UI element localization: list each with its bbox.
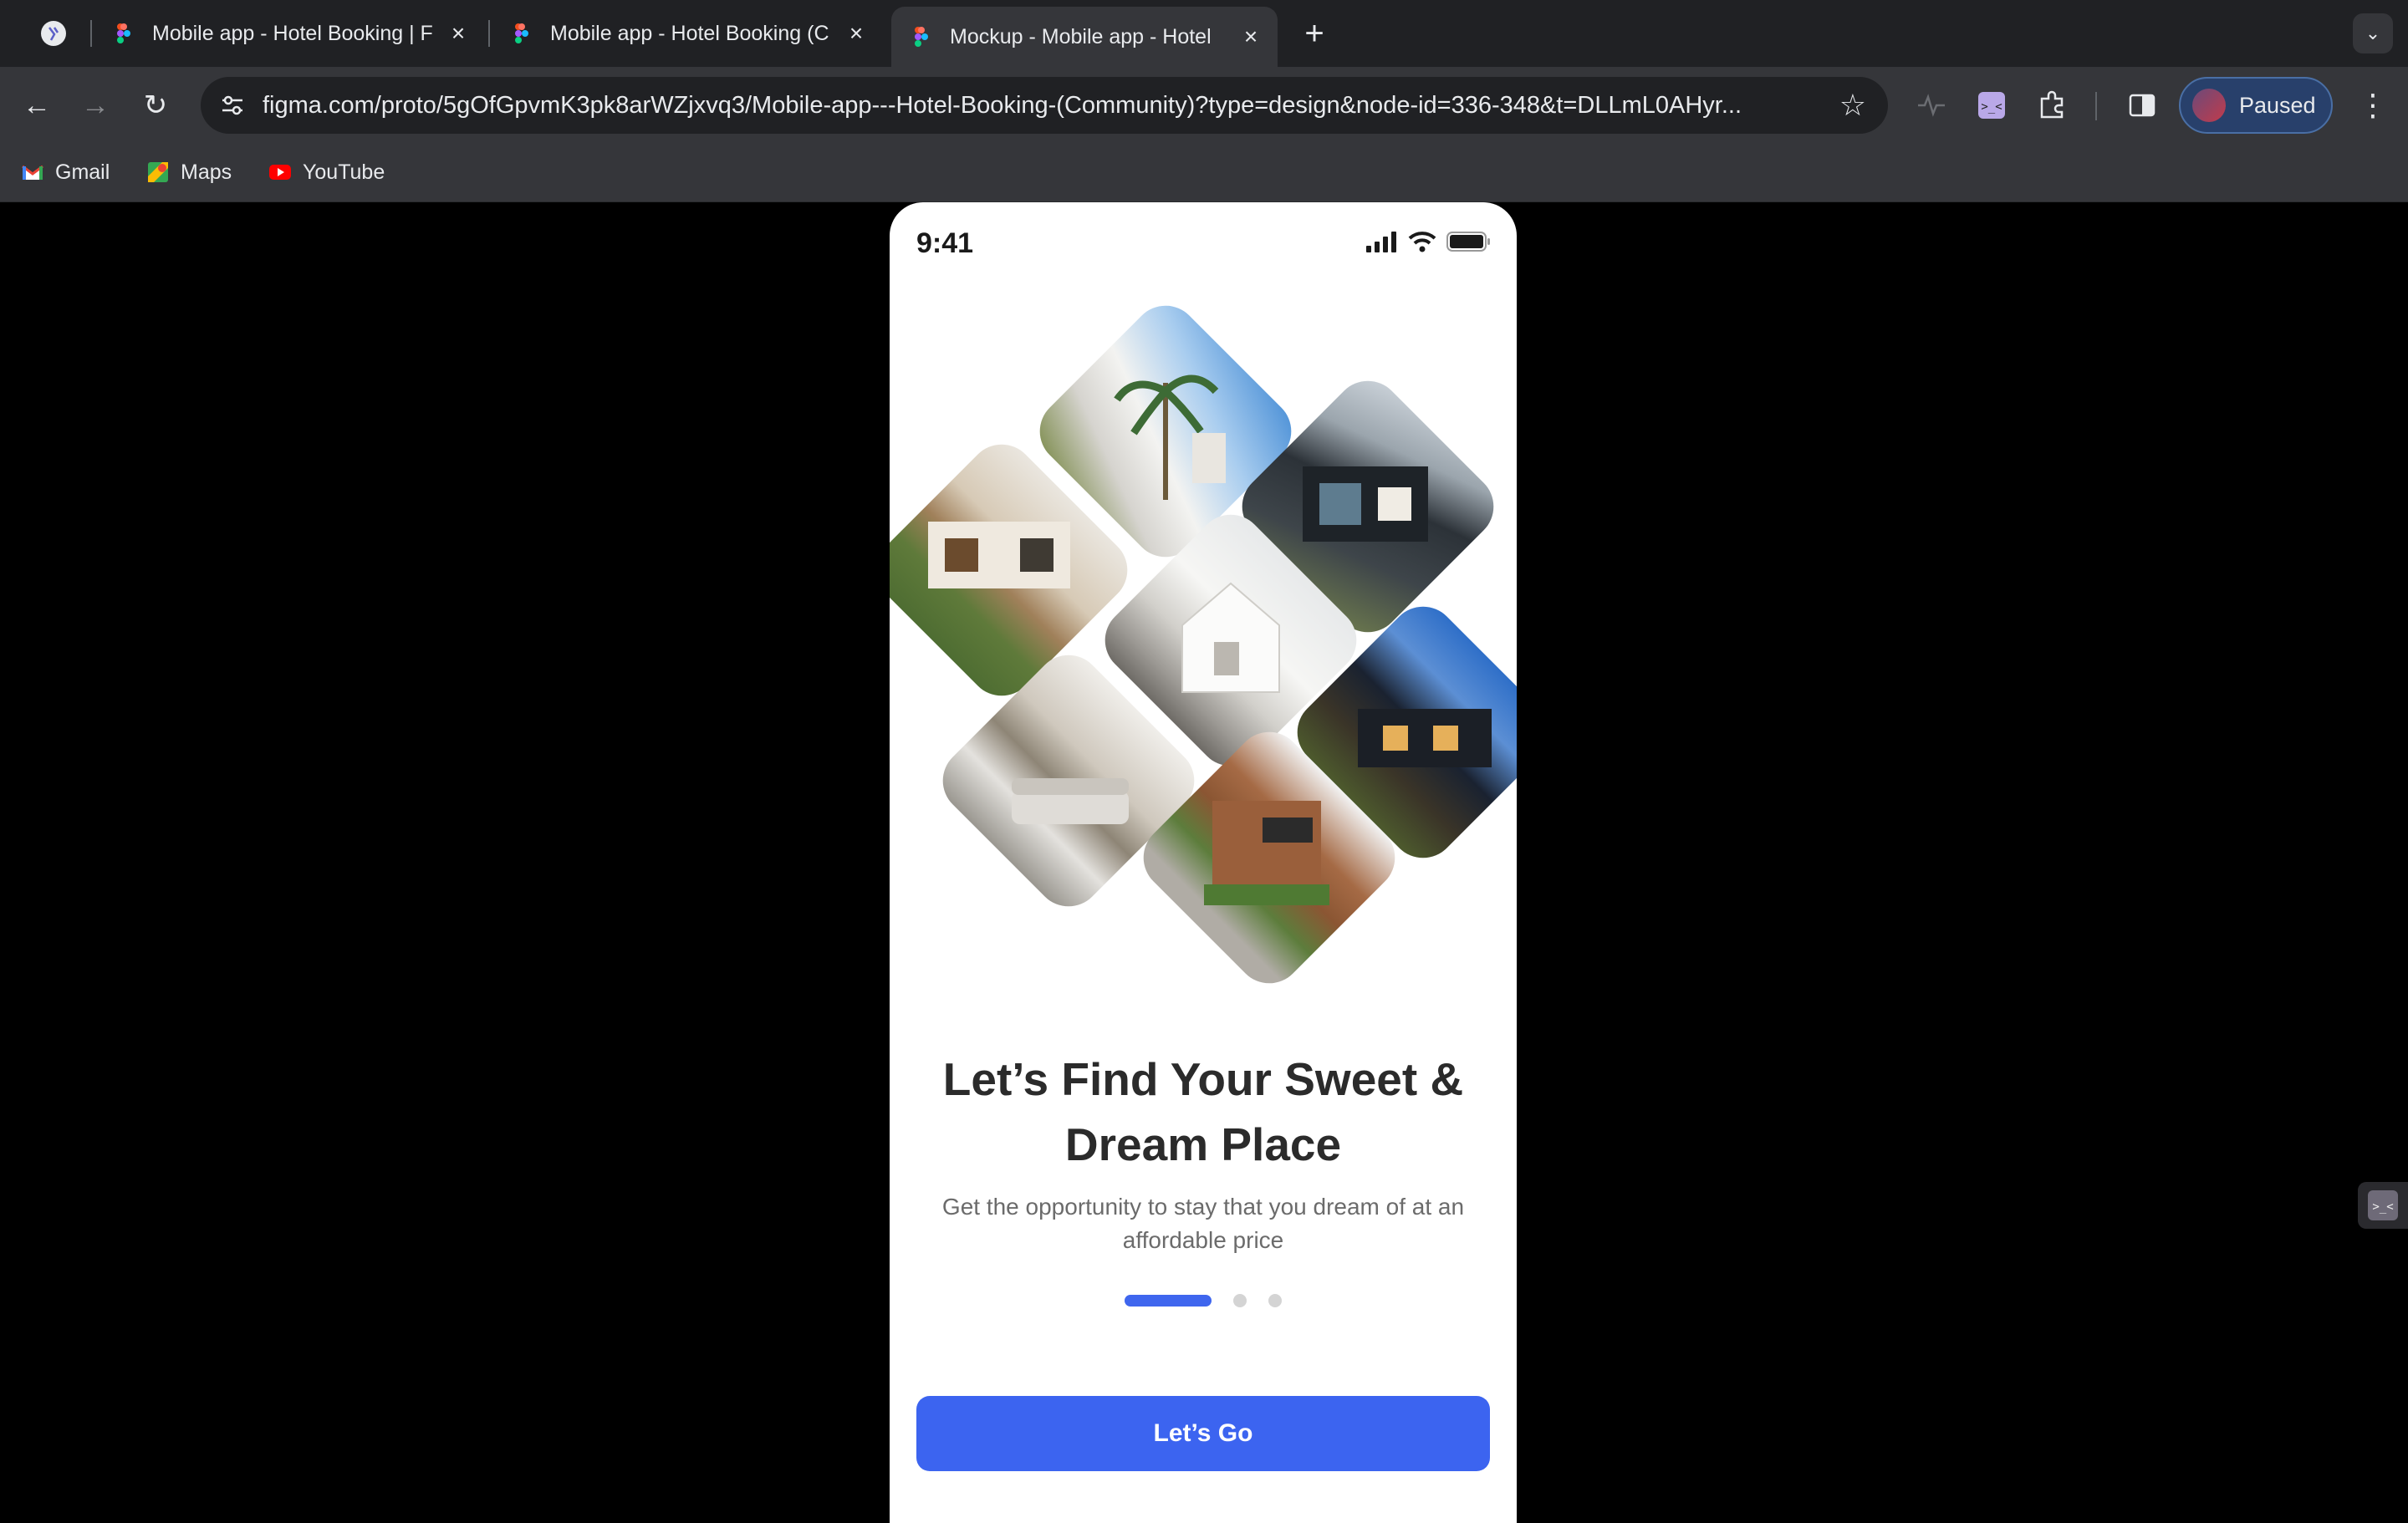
tab-hotel-booking-2[interactable]: Mobile app - Hotel Booking (C ×: [510, 7, 868, 60]
profile-button[interactable]: Paused: [2179, 77, 2333, 134]
youtube-icon: [269, 165, 291, 180]
svg-text:>_<: >_<: [1981, 100, 2002, 114]
tab-mockup-active[interactable]: Mockup - Mobile app - Hotel ×: [891, 7, 1278, 67]
new-tab-button[interactable]: +: [1291, 10, 1338, 57]
site-settings-icon[interactable]: [219, 92, 246, 119]
svg-text:>_<: >_<: [2372, 1200, 2393, 1214]
tab-title: Mobile app - Hotel Booking (C: [550, 21, 829, 45]
floating-extension-widget[interactable]: >_<: [2358, 1182, 2408, 1229]
side-panel-icon[interactable]: [2125, 89, 2159, 122]
page-indicator-active[interactable]: [1125, 1295, 1212, 1307]
address-bar[interactable]: figma.com/proto/5gOfGpvmK3pk8arWZjxvq3/M…: [201, 77, 1888, 134]
tab-search-button[interactable]: ⌄: [2353, 13, 2393, 53]
figma-icon: [117, 23, 130, 43]
browser-logo-icon[interactable]: [40, 20, 67, 47]
page-indicator[interactable]: [1233, 1294, 1247, 1307]
close-tab-icon[interactable]: ×: [1239, 25, 1263, 48]
bookmark-label: YouTube: [303, 160, 385, 184]
extension-app-icon[interactable]: >_<: [1975, 89, 2008, 122]
bookmark-youtube[interactable]: YouTube: [268, 155, 385, 189]
onboarding-subtitle: Get the opportunity to stay that you dre…: [941, 1194, 1465, 1253]
phone-frame: 9:41 Let’s Find Your Sweet & Dream Place…: [890, 202, 1517, 1523]
bookmark-label: Maps: [181, 160, 232, 184]
prototype-canvas: 9:41 Let’s Find Your Sweet & Dream Place…: [0, 202, 2408, 1523]
forward-button[interactable]: →: [72, 82, 119, 129]
figma-icon: [915, 27, 928, 47]
audio-wave-icon[interactable]: [1915, 89, 1948, 122]
back-button[interactable]: ←: [13, 82, 60, 129]
page-indicator[interactable]: [1268, 1294, 1282, 1307]
avatar: [2192, 89, 2226, 122]
tab-separator: [488, 20, 490, 47]
toolbar-divider: [2095, 92, 2097, 120]
hotel-photo-mosaic: [890, 202, 1517, 1038]
tab-hotel-booking-1[interactable]: Mobile app - Hotel Booking | F ×: [112, 7, 470, 60]
profile-status-label: Paused: [2239, 92, 2316, 118]
onboarding-headline: Let’s Find Your Sweet & Dream Place: [942, 1053, 1464, 1170]
maps-icon: [148, 162, 168, 182]
tab-strip: Mobile app - Hotel Booking | F × Mobile …: [0, 0, 2408, 67]
extensions-puzzle-icon[interactable]: [2035, 89, 2069, 122]
browser-toolbar: ← → ↻ figma.com/proto/5gOfGpvmK3pk8arWZj…: [0, 67, 2408, 144]
bookmark-star-icon[interactable]: ☆: [1839, 89, 1866, 122]
bookmark-maps[interactable]: Maps: [145, 155, 232, 189]
tab-separator: [90, 20, 92, 47]
figma-icon: [515, 23, 528, 43]
more-menu-icon[interactable]: ⋮: [2358, 87, 2388, 124]
extension-app-icon: >_<: [2368, 1190, 2398, 1220]
bookmarks-bar: Gmail Maps YouTube: [0, 144, 2408, 202]
tab-title: Mockup - Mobile app - Hotel: [950, 24, 1212, 48]
reload-button[interactable]: ↻: [132, 82, 179, 129]
lets-go-button[interactable]: Let’s Go: [916, 1396, 1490, 1471]
gmail-icon: [22, 165, 43, 180]
url-text[interactable]: figma.com/proto/5gOfGpvmK3pk8arWZjxvq3/M…: [263, 77, 1834, 134]
close-tab-icon[interactable]: ×: [844, 22, 868, 45]
bookmark-gmail[interactable]: Gmail: [20, 155, 110, 189]
bookmark-label: Gmail: [55, 160, 110, 184]
close-tab-icon[interactable]: ×: [446, 22, 470, 45]
pagination-dots: [890, 1294, 1517, 1307]
tab-title: Mobile app - Hotel Booking | F: [152, 21, 433, 45]
